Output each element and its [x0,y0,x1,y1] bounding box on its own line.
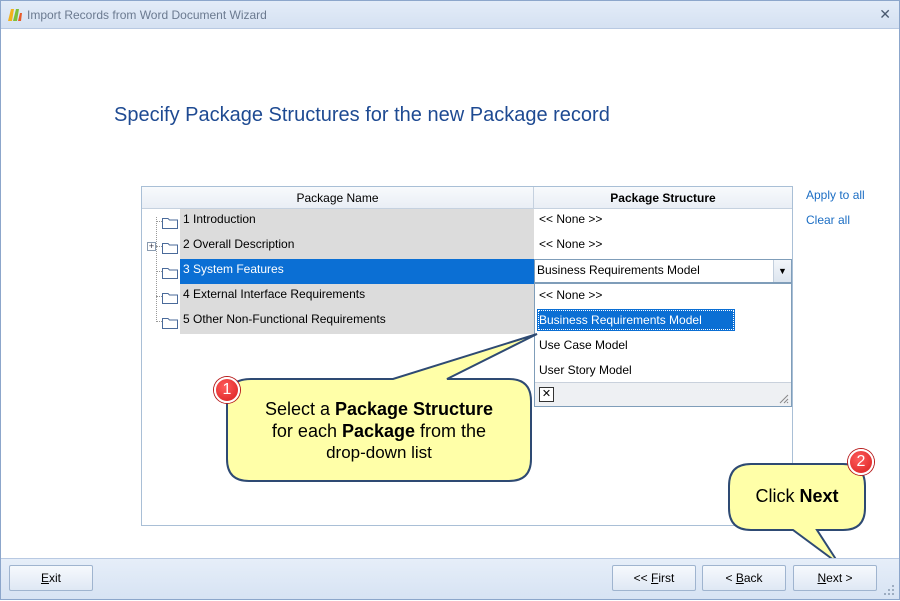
resize-grip-icon[interactable] [883,584,895,596]
step-badge-2: 2 [848,449,874,475]
wizard-footer: Exit << First < Back Next > [1,558,899,599]
next-button[interactable]: Next > [793,565,877,591]
wizard-window: Import Records from Word Document Wizard… [0,0,900,600]
callout-shapes [226,333,866,565]
first-button[interactable]: << First [612,565,696,591]
callout-text-2: Click Next [755,486,839,506]
exit-button[interactable]: Exit [9,565,93,591]
callout-bubble-2 [728,463,866,565]
back-button[interactable]: < Back [702,565,786,591]
callout-text-1: Select a Package Structure for each Pack… [264,399,494,462]
step-badge-1: 1 [214,377,240,403]
